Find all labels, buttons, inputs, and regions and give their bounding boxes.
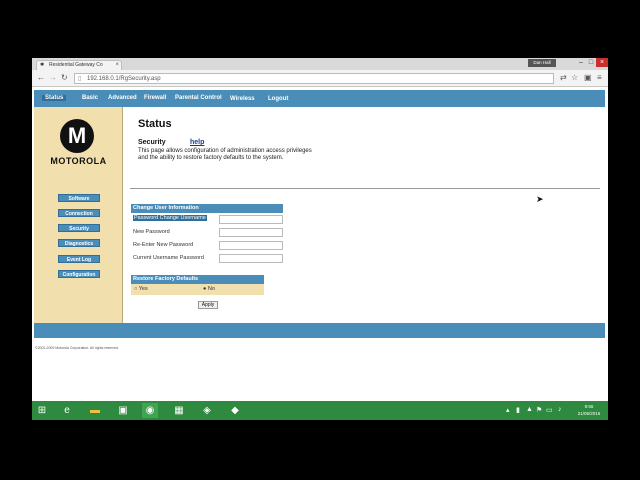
close-window-icon[interactable]: ×: [596, 58, 608, 67]
back-icon[interactable]: ←: [37, 73, 45, 82]
new-password-input[interactable]: [219, 228, 283, 237]
section-label: Security: [138, 139, 166, 146]
browser-toolbar: ← → ↻ ▯ 192.168.0.1/RgSecurity.asp ⇄ ☆ ▣…: [32, 70, 608, 87]
forward-icon[interactable]: →: [49, 73, 57, 82]
current-password-input[interactable]: [219, 254, 283, 263]
sidebar-item-software[interactable]: Software: [58, 194, 100, 202]
taskbar: ⊞ e ▬ ▣ ◉ ▦ ◈ ◆ ▴ ▮ ▲ ⚑ ▭ ♪ 9:56 21/05/2…: [32, 401, 608, 420]
main-content: Status Security help This page allows co…: [124, 107, 604, 323]
form-row-new-password: New Password: [131, 226, 283, 239]
url-text: 192.168.0.1/RgSecurity.asp: [87, 76, 161, 82]
nav-status[interactable]: Status: [42, 95, 67, 101]
logo-letter: M: [67, 123, 87, 148]
username-input[interactable]: [219, 215, 283, 224]
calculator-icon[interactable]: ▦: [171, 403, 187, 418]
sidebar-item-diagnostics[interactable]: Diagnostics: [58, 239, 100, 247]
username-label: Password Change Username: [133, 215, 207, 221]
page-description: This page allows configuration of admini…: [138, 148, 398, 162]
motorola-favicon-icon: ✱: [40, 62, 45, 68]
windows-start-icon[interactable]: ⊞: [34, 403, 50, 418]
tab-title: Residential Gateway Co: [49, 62, 103, 68]
reload-icon[interactable]: ↻: [61, 73, 68, 82]
motorola-logo: M: [60, 119, 94, 153]
app-icon-1[interactable]: ◈: [199, 403, 215, 418]
brand-name: MOTOROLA: [50, 156, 107, 166]
new-password-label: New Password: [133, 229, 170, 235]
tray-volume-icon[interactable]: ♪: [558, 406, 562, 413]
form-row-username: Password Change Username: [131, 213, 283, 226]
sidebar: M MOTOROLA Software Connection Security …: [34, 107, 123, 323]
mouse-cursor-icon: ➤: [536, 194, 544, 204]
browser-titlebar: ✱ Residential Gateway Co × Dan Hall – □ …: [32, 58, 608, 70]
reenter-password-input[interactable]: [219, 241, 283, 250]
nav-basic[interactable]: Basic: [82, 95, 98, 101]
page-title: Status: [138, 118, 172, 130]
restore-header: Restore Factory Defaults: [131, 275, 264, 284]
bookmark-star-icon[interactable]: ☆: [571, 73, 578, 82]
radio-no[interactable]: ● No: [203, 286, 215, 292]
router-page: Status Basic Advanced Firewall Parental …: [32, 87, 608, 397]
address-bar[interactable]: ▯ 192.168.0.1/RgSecurity.asp: [74, 73, 554, 84]
help-link[interactable]: help: [190, 139, 204, 146]
description-line-2: and the ability to restore factory defau…: [138, 155, 284, 161]
nav-firewall[interactable]: Firewall: [144, 95, 166, 101]
maximize-icon[interactable]: □: [586, 58, 596, 67]
radio-no-label: No: [207, 286, 215, 292]
menu-icon[interactable]: ≡: [597, 73, 602, 82]
sidebar-item-connection[interactable]: Connection: [58, 209, 100, 217]
translate-icon[interactable]: ⇄: [560, 73, 567, 82]
chrome-icon[interactable]: ◉: [142, 403, 158, 418]
file-explorer-icon[interactable]: ▬: [87, 403, 103, 418]
taskbar-clock[interactable]: 9:56 21/05/2016: [572, 403, 606, 417]
form-row-reenter-password: Re-Enter New Password: [131, 239, 283, 252]
radio-yes[interactable]: ○ Yes: [134, 286, 148, 292]
nav-logout[interactable]: Logout: [268, 96, 288, 102]
tray-network-icon[interactable]: ▮: [516, 406, 520, 414]
sidebar-item-security[interactable]: Security: [58, 224, 100, 232]
clock-date: 21/05/2016: [577, 411, 601, 416]
profile-badge[interactable]: Dan Hall: [528, 59, 556, 67]
divider: [130, 188, 600, 189]
tab-close-icon[interactable]: ×: [115, 61, 119, 70]
store-icon[interactable]: ▣: [115, 403, 131, 418]
sidebar-item-event-log[interactable]: Event Log: [58, 255, 100, 263]
change-user-header: Change User Information: [131, 204, 283, 213]
tray-arrow-icon[interactable]: ▴: [506, 406, 510, 414]
nav-advanced[interactable]: Advanced: [108, 95, 137, 101]
extension-icon[interactable]: ▣: [584, 73, 592, 82]
clock-time: 9:56: [584, 404, 594, 409]
tray-signal-icon[interactable]: ▲: [526, 406, 533, 413]
form-row-current-password: Current Username Password: [131, 252, 283, 265]
browser-tab[interactable]: ✱ Residential Gateway Co ×: [36, 60, 122, 70]
apply-button[interactable]: Apply: [198, 301, 218, 309]
screen: ✱ Residential Gateway Co × Dan Hall – □ …: [32, 58, 608, 420]
page-icon: ▯: [78, 76, 82, 82]
tray-battery-icon[interactable]: ▭: [546, 406, 553, 414]
app-icon-2[interactable]: ◆: [227, 403, 243, 418]
copyright-text: ©2001-2009 Motorola Corporation. All rig…: [35, 346, 119, 350]
current-password-label: Current Username Password: [133, 255, 204, 261]
tray-flag-icon[interactable]: ⚑: [536, 406, 542, 414]
sidebar-item-configuration[interactable]: Configuration: [58, 270, 100, 278]
nav-wireless[interactable]: Wireless: [230, 96, 255, 102]
top-navigation: Status Basic Advanced Firewall Parental …: [34, 90, 605, 107]
restore-options: ○ Yes ● No: [131, 284, 264, 295]
minimize-icon[interactable]: –: [576, 58, 586, 67]
footer-bar: [34, 323, 605, 338]
internet-explorer-icon[interactable]: e: [59, 403, 75, 418]
reenter-password-label: Re-Enter New Password: [133, 242, 194, 248]
description-line-1: This page allows configuration of admini…: [138, 148, 312, 154]
nav-parental-control[interactable]: Parental Control: [175, 95, 222, 101]
radio-yes-label: Yes: [138, 286, 148, 292]
